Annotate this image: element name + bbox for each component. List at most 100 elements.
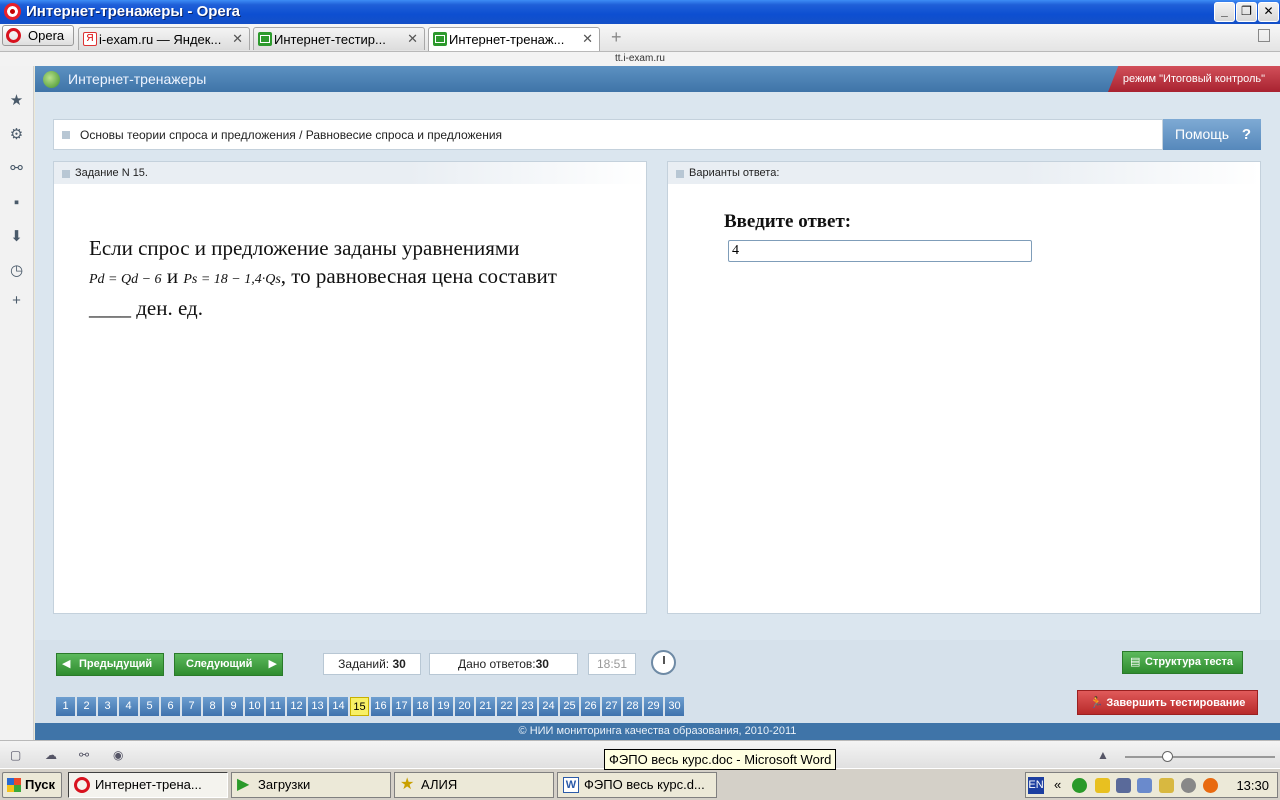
next-button[interactable]: Следующий ▶ [174,653,283,676]
opera-icon [74,777,90,793]
page-button-2[interactable]: 2 [77,697,96,716]
tab-close-icon[interactable]: ✕ [582,31,593,47]
browser-sidebar: ★ ⚙ ⚯ ▪ ⬇ ◷ + [0,66,34,740]
panel-toggle-icon[interactable]: ▢ [10,749,23,761]
downloads-icon[interactable]: ⬇ [8,228,25,245]
page-button-15[interactable]: 15 [350,697,369,716]
settings-gear-icon[interactable]: ⚙ [8,126,25,143]
page-button-22[interactable]: 22 [497,697,516,716]
tray-expand-icon[interactable]: « [1054,777,1061,792]
system-tray: EN « 13:30 [1025,772,1278,798]
unite-icon[interactable]: ⚯ [79,749,92,761]
page-button-17[interactable]: 17 [392,697,411,716]
tab-close-icon[interactable]: ✕ [407,31,418,47]
volume-icon[interactable] [1181,778,1196,793]
taskbar-item-downloads[interactable]: ▶ Загрузки [231,772,391,798]
bookmarks-star-icon[interactable]: ★ [8,92,25,109]
page-button-3[interactable]: 3 [98,697,117,716]
history-clock-icon[interactable]: ◷ [8,262,25,279]
language-indicator[interactable]: EN [1028,777,1044,794]
notes-icon[interactable]: ▪ [8,194,25,211]
page-button-16[interactable]: 16 [371,697,390,716]
envelope-icon [433,32,447,46]
taskbar-item-aliya[interactable]: ★ АЛИЯ [394,772,554,798]
page-button-8[interactable]: 8 [203,697,222,716]
taskbar-item-label: Интернет-трена... [95,777,202,792]
help-button[interactable]: Помощь ? [1163,119,1261,150]
tab-yandex[interactable]: Я i-exam.ru — Яндек... ✕ [78,27,250,50]
start-button[interactable]: Пуск [2,772,62,798]
arrow-left-icon: ◀ [62,658,71,670]
page-button-30[interactable]: 30 [665,697,684,716]
page-button-6[interactable]: 6 [161,697,180,716]
answers-label: Дано ответов: [458,657,536,671]
answer-input[interactable] [728,240,1032,262]
opera-menu-button[interactable]: Opera [2,25,74,46]
add-panel-icon[interactable]: + [8,292,25,309]
task-panel: Задание N 15. Если спрос и предложение з… [53,161,647,614]
close-button[interactable]: ✕ [1258,2,1279,22]
cloud-icon[interactable]: ☁ [45,749,58,761]
structure-button[interactable]: ▤ Структура теста [1122,651,1243,674]
page-button-5[interactable]: 5 [140,697,159,716]
page-button-19[interactable]: 19 [434,697,453,716]
window-title: Интернет-тренажеры - Opera [26,3,240,20]
mode-badge: режим "Итоговый контроль" [1108,66,1280,92]
page-button-26[interactable]: 26 [581,697,600,716]
zoom-slider-knob[interactable] [1162,751,1173,762]
taskbar-tooltip: ФЭПО весь курс.doc - Microsoft Word [604,749,837,770]
answer-options-title: Варианты ответа: [689,167,780,179]
utorrent-icon[interactable] [1072,778,1087,793]
zoom-arrow-icon[interactable]: ▲ [1097,749,1110,761]
bullet-icon [676,170,684,178]
finish-label: Завершить тестирование [1106,697,1246,709]
new-tab-icon[interactable]: + [611,27,622,48]
page-content: Интернет-тренажеры режим "Итоговый контр… [35,66,1280,740]
minimize-button[interactable]: _ [1214,2,1235,22]
speed-dial-icon[interactable]: ◉ [113,749,126,761]
question-line-3: ____ ден. ед. [89,296,203,320]
tab-testing[interactable]: Интернет-тестир... ✕ [253,27,425,50]
page-button-10[interactable]: 10 [245,697,264,716]
app-tray-icon[interactable] [1203,778,1218,793]
trash-icon[interactable] [1258,29,1270,42]
page-button-12[interactable]: 12 [287,697,306,716]
page-button-28[interactable]: 28 [623,697,642,716]
page-button-9[interactable]: 9 [224,697,243,716]
zoom-slider[interactable] [1125,756,1275,758]
tab-close-icon[interactable]: ✕ [232,31,243,47]
task-panel-header: Задание N 15. [54,162,646,184]
tasks-label: Заданий: [338,657,390,671]
page-button-25[interactable]: 25 [560,697,579,716]
prev-button[interactable]: ◀ Предыдущий [56,653,164,676]
page-button-13[interactable]: 13 [308,697,327,716]
url-display: tt.i-exam.ru [0,52,1280,66]
page-button-7[interactable]: 7 [182,697,201,716]
page-button-24[interactable]: 24 [539,697,558,716]
page-button-4[interactable]: 4 [119,697,138,716]
help-label: Помощь [1175,126,1230,142]
topic-title: Основы теории спроса и предложения / Рав… [80,128,503,142]
page-button-21[interactable]: 21 [476,697,495,716]
page-button-14[interactable]: 14 [329,697,348,716]
taskbar-item-word[interactable]: W ФЭПО весь курс.d... [557,772,717,798]
page-button-20[interactable]: 20 [455,697,474,716]
page-button-1[interactable]: 1 [56,697,75,716]
unite-icon[interactable]: ⚯ [8,160,25,177]
page-button-11[interactable]: 11 [266,697,285,716]
restore-button[interactable]: ❐ [1236,2,1257,22]
network-icon[interactable] [1116,778,1131,793]
taskbar-item-opera[interactable]: Интернет-трена... [68,772,228,798]
page-button-18[interactable]: 18 [413,697,432,716]
shield-icon[interactable] [1095,778,1110,793]
page-button-27[interactable]: 27 [602,697,621,716]
question-line-1: Если спрос и предложение заданы уравнени… [89,236,520,260]
page-button-29[interactable]: 29 [644,697,663,716]
answers-count-box: Дано ответов:30 [429,653,578,675]
device-icon[interactable] [1137,778,1152,793]
question-line-2-tail: , то равновесная цена составит [280,264,557,288]
folder-sync-icon[interactable] [1159,778,1174,793]
tab-trainers[interactable]: Интернет-тренаж... ✕ [428,27,600,51]
finish-button[interactable]: 🏃 Завершить тестирование [1077,690,1258,715]
page-button-23[interactable]: 23 [518,697,537,716]
